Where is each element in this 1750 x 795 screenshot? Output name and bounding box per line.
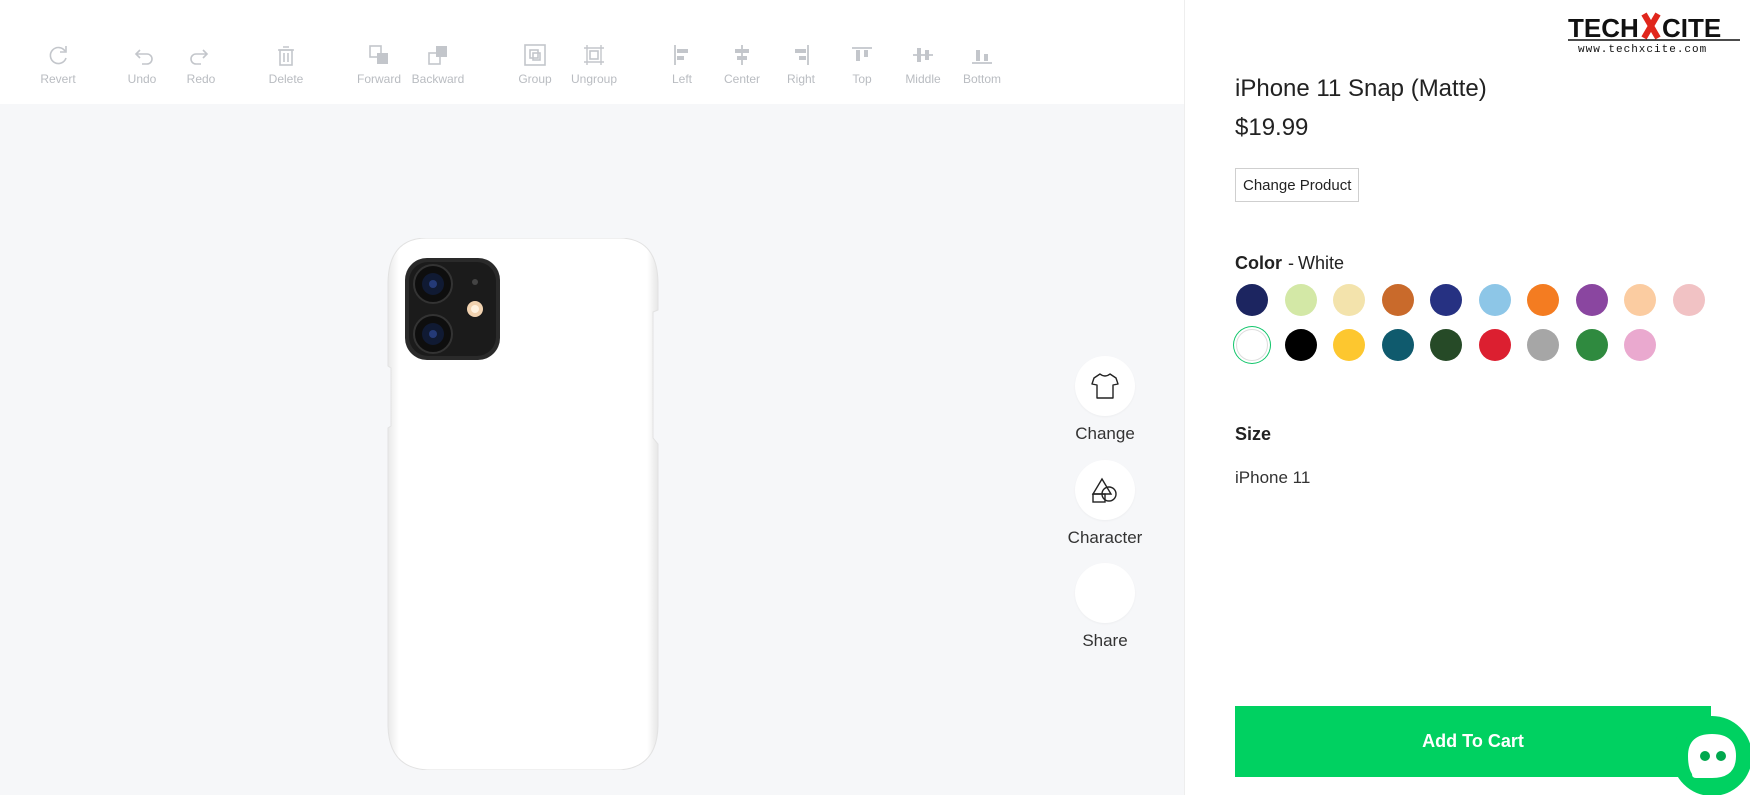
change-label: Change — [1075, 424, 1135, 443]
phone-case-mockup[interactable] — [385, 238, 661, 770]
color-swatch[interactable] — [1333, 284, 1365, 316]
shapes-icon — [1091, 477, 1117, 503]
delete-icon — [278, 46, 294, 66]
group-icon — [524, 44, 546, 66]
undo-icon — [134, 49, 153, 65]
group-button[interactable]: Group — [505, 42, 565, 86]
character-circle[interactable] — [1075, 460, 1135, 520]
character-side-button[interactable]: Character — [1040, 460, 1170, 548]
ungroup-icon — [584, 45, 604, 65]
align-right-button[interactable]: Right — [771, 42, 831, 86]
logo-cite: CITE — [1662, 13, 1721, 43]
forward-button[interactable]: Forward — [349, 42, 409, 86]
delete-button[interactable]: Delete — [256, 42, 316, 86]
align-bottom-label: Bottom — [962, 72, 1001, 86]
color-swatch[interactable] — [1430, 284, 1462, 316]
delete-label: Delete — [268, 72, 304, 86]
align-top-label: Top — [852, 72, 872, 86]
align-left-label: Left — [671, 72, 692, 86]
align-left-icon — [674, 45, 688, 65]
align-middle-label: Middle — [905, 72, 941, 86]
color-swatch[interactable] — [1624, 329, 1656, 361]
selected-color-name: White — [1298, 253, 1345, 273]
brand-logo: TECH CITE www.techxcite.com — [1568, 12, 1740, 56]
redo-label: Redo — [186, 72, 216, 86]
product-title: iPhone 11 Snap (Matte) — [1235, 75, 1487, 102]
align-bottom-icon — [972, 50, 992, 64]
align-middle-button[interactable]: Middle — [893, 42, 953, 86]
color-swatch[interactable] — [1381, 329, 1414, 361]
send-backward-icon — [428, 46, 447, 65]
color-label: Color — [1235, 253, 1282, 273]
size-title: Size — [1235, 424, 1272, 444]
character-label: Character — [1067, 528, 1143, 547]
revert-icon — [49, 46, 67, 65]
backward-label: Backward — [411, 72, 465, 86]
color-swatch[interactable] — [1284, 284, 1317, 316]
align-left-button[interactable]: Left — [652, 42, 712, 86]
color-swatch[interactable] — [1284, 329, 1317, 361]
color-swatch[interactable] — [1672, 284, 1705, 316]
align-right-label: Right — [786, 72, 815, 86]
logo-tech: TECH — [1568, 13, 1639, 43]
color-swatch[interactable] — [1430, 329, 1462, 361]
add-to-cart-button[interactable]: Add To Cart — [1235, 706, 1711, 777]
app-root: Revert Undo Redo Delete Forward Backward — [0, 0, 1750, 795]
color-swatch[interactable] — [1381, 284, 1414, 316]
design-canvas-area: Revert Undo Redo Delete Forward Backward — [0, 0, 1184, 795]
ungroup-button[interactable]: Ungroup — [564, 42, 624, 86]
group-label: Group — [518, 72, 552, 86]
tshirt-icon — [1091, 373, 1119, 399]
change-circle[interactable] — [1075, 356, 1135, 416]
color-swatch[interactable] — [1527, 284, 1559, 316]
redo-icon — [190, 49, 209, 65]
align-top-icon — [852, 47, 872, 61]
align-right-icon — [795, 45, 809, 65]
align-center-label: Center — [723, 72, 761, 86]
backward-button[interactable]: Backward — [408, 42, 468, 86]
forward-label: Forward — [356, 72, 401, 86]
align-center-icon — [735, 45, 749, 65]
logo-url: www.techxcite.com — [1578, 44, 1707, 56]
color-swatch[interactable] — [1527, 329, 1559, 361]
color-swatch[interactable] — [1236, 284, 1268, 316]
align-bottom-button[interactable]: Bottom — [952, 42, 1012, 86]
color-swatch[interactable] — [1333, 329, 1365, 361]
share-label: Share — [1082, 631, 1128, 650]
color-swatch[interactable] — [1624, 284, 1656, 316]
redo-button[interactable]: Redo — [171, 42, 231, 86]
editor-toolbar: Revert Undo Redo Delete Forward Backward — [0, 0, 1184, 104]
align-top-button[interactable]: Top — [832, 42, 892, 86]
bring-forward-icon — [369, 45, 388, 64]
color-swatch[interactable] — [1575, 284, 1608, 316]
change-product-side-button[interactable]: Change — [1040, 356, 1170, 444]
ungroup-label: Ungroup — [570, 72, 618, 86]
align-middle-icon — [913, 48, 933, 62]
color-swatch[interactable] — [1478, 284, 1511, 316]
share-side-button[interactable]: Share — [1040, 563, 1170, 651]
share-circle[interactable] — [1075, 563, 1135, 623]
change-product-button[interactable]: Change Product — [1235, 168, 1360, 202]
undo-button[interactable]: Undo — [112, 42, 172, 86]
size-value[interactable]: iPhone 11 — [1235, 468, 1310, 488]
color-swatch[interactable] — [1478, 329, 1511, 361]
undo-label: Undo — [127, 72, 157, 86]
color-separator: - — [1288, 253, 1294, 273]
color-swatch[interactable] — [1236, 329, 1268, 361]
product-price: $19.99 — [1235, 114, 1309, 141]
revert-label: Revert — [40, 72, 76, 86]
chat-icon[interactable] — [1670, 714, 1750, 795]
align-center-button[interactable]: Center — [712, 42, 772, 86]
color-swatch[interactable] — [1575, 329, 1608, 361]
revert-button[interactable]: Revert — [28, 42, 88, 86]
color-label-row: Color - White — [1235, 253, 1344, 274]
